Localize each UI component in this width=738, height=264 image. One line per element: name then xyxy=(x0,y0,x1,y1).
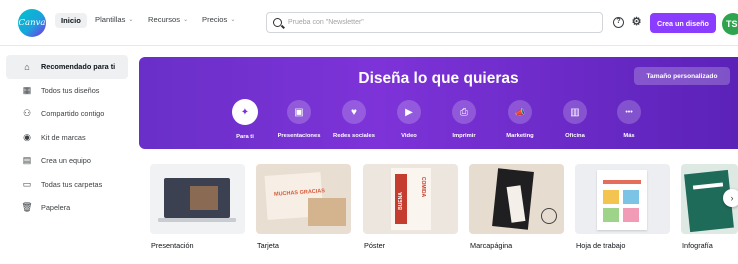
nav-resources-label: Recursos xyxy=(148,15,181,24)
category-more[interactable]: ••• Más xyxy=(599,100,659,139)
template-label: Presentación xyxy=(151,241,194,250)
category-label: Oficina xyxy=(565,133,585,139)
search-icon xyxy=(273,18,282,27)
template-card-poster[interactable]: BUENA COMIDA Póster xyxy=(363,164,458,250)
presentation-icon: ▣ xyxy=(287,100,311,124)
template-thumbnail xyxy=(150,164,245,234)
template-thumbnail xyxy=(469,164,564,234)
sidebar-item-label: Recomendado para ti xyxy=(41,62,116,72)
hero-banner: Diseña lo que quieras Tamaño personaliza… xyxy=(139,57,738,149)
category-print[interactable]: ⎙ Imprimir xyxy=(434,100,494,139)
category-label: Redes sociales xyxy=(333,133,375,139)
envelope xyxy=(308,198,346,226)
brand-kit-icon: ◉ xyxy=(23,131,31,142)
carousel-next-button[interactable]: › xyxy=(723,189,738,207)
category-video[interactable]: ▶ Video xyxy=(379,100,439,139)
category-label: Imprimir xyxy=(452,133,476,139)
template-label: Hoja de trabajo xyxy=(576,241,626,250)
template-card-bookmark[interactable]: Marcapágina xyxy=(469,164,564,250)
sidebar-item-label: Todos tus diseños xyxy=(41,85,100,95)
template-thumbnail: BUENA COMIDA xyxy=(363,164,458,234)
folder-icon: ▭ xyxy=(22,178,32,189)
sidebar-item-label: Crea un equipo xyxy=(41,156,91,166)
template-label: Tarjeta xyxy=(257,241,279,250)
more-icon: ••• xyxy=(617,100,641,124)
category-label: Presentaciones xyxy=(277,133,321,139)
grid-icon: ▦ xyxy=(22,84,32,95)
megaphone-icon: 📣 xyxy=(508,100,532,124)
trash-icon: 🗑 xyxy=(21,202,33,213)
chevron-down-icon: ⌄ xyxy=(183,17,189,23)
sidebar-item-trash[interactable]: 🗑 Papelera xyxy=(6,196,128,220)
laptop-base xyxy=(158,218,236,222)
sidebar-item-all-designs[interactable]: ▦ Todos tus diseños xyxy=(6,79,128,103)
sidebar-item-shared[interactable]: ⚇ Compartido contigo xyxy=(6,102,128,126)
sparkle-icon: ✦ xyxy=(232,99,258,125)
nav-resources[interactable]: Recursos ⌄ xyxy=(148,15,188,24)
heart-icon: ♥ xyxy=(342,100,366,124)
nav-pricing[interactable]: Precios ⌄ xyxy=(202,15,235,24)
worksheet-box-a xyxy=(603,190,619,204)
category-marketing[interactable]: 📣 Marketing xyxy=(490,100,550,139)
settings-icon[interactable]: ⚙ xyxy=(631,17,642,28)
help-icon[interactable]: ? xyxy=(613,17,624,28)
glasses-lens xyxy=(541,208,557,224)
worksheet-box-c xyxy=(603,208,619,222)
search-placeholder: Prueba con "Newsletter" xyxy=(288,19,364,26)
nav-home-label: Inicio xyxy=(61,16,81,25)
sidebar: ⌂ Recomendado para ti ▦ Todos tus diseño… xyxy=(0,55,132,220)
logo-text: Canva xyxy=(18,18,46,28)
poster-thumb-text-b: COMIDA xyxy=(420,176,427,198)
create-design-button[interactable]: Crea un diseño xyxy=(650,13,716,33)
template-card-presentation[interactable]: Presentación xyxy=(150,164,245,250)
home-icon: ⌂ xyxy=(24,61,30,72)
worksheet-heading xyxy=(603,180,641,184)
canva-logo[interactable]: Canva xyxy=(18,9,46,37)
print-icon: ⎙ xyxy=(452,100,476,124)
sidebar-item-brand-kit[interactable]: ◉ Kit de marcas xyxy=(6,126,128,150)
template-card-worksheet[interactable]: Hoja de trabajo xyxy=(575,164,670,250)
category-label: Más xyxy=(623,133,635,139)
category-social-media[interactable]: ♥ Redes sociales xyxy=(324,100,384,139)
sidebar-item-folders[interactable]: ▭ Todas tus carpetas xyxy=(6,173,128,197)
template-card-card[interactable]: MUCHAS GRACIAS Tarjeta xyxy=(256,164,351,250)
category-office[interactable]: ▥ Oficina xyxy=(545,100,605,139)
nav-templates-label: Plantillas xyxy=(95,15,126,24)
category-label: Video xyxy=(401,133,417,139)
worksheet-box-b xyxy=(623,190,639,204)
worksheet-box-d xyxy=(623,208,639,222)
sidebar-item-label: Kit de marcas xyxy=(41,132,86,142)
category-for-you[interactable]: ✦ Para ti xyxy=(215,99,275,140)
template-label: Marcapágina xyxy=(470,241,513,250)
category-presentations[interactable]: ▣ Presentaciones xyxy=(269,100,329,139)
poster-thumb-text-a: BUENA xyxy=(397,192,404,210)
sidebar-item-create-team[interactable]: ▤ Crea un equipo xyxy=(6,149,128,173)
template-label: Póster xyxy=(364,241,386,250)
chevron-down-icon: ⌄ xyxy=(230,17,236,23)
briefcase-icon: ▥ xyxy=(563,100,587,124)
sidebar-item-recommended[interactable]: ⌂ Recomendado para ti xyxy=(6,55,128,79)
custom-size-button[interactable]: Tamaño personalizado xyxy=(634,67,730,85)
search-input[interactable]: Prueba con "Newsletter" xyxy=(266,12,603,33)
video-icon: ▶ xyxy=(397,100,421,124)
category-label: Para ti xyxy=(236,134,254,140)
team-icon: ▤ xyxy=(22,155,32,166)
sidebar-item-label: Papelera xyxy=(41,203,71,213)
nav-pricing-label: Precios xyxy=(202,15,228,24)
template-label: Infografía xyxy=(682,241,713,250)
template-thumbnail: MUCHAS GRACIAS xyxy=(256,164,351,234)
category-label: Marketing xyxy=(506,133,534,139)
nav-home[interactable]: Inicio xyxy=(55,13,87,28)
template-thumbnail xyxy=(575,164,670,234)
avatar[interactable]: TS xyxy=(722,13,738,35)
chevron-down-icon: ⌄ xyxy=(128,17,134,23)
people-icon: ⚇ xyxy=(22,108,32,119)
slide-photo xyxy=(190,186,218,210)
sidebar-item-label: Compartido contigo xyxy=(41,109,105,119)
nav-templates[interactable]: Plantillas ⌄ xyxy=(95,15,133,24)
sidebar-item-label: Todas tus carpetas xyxy=(41,179,103,189)
top-navigation-bar: Canva Inicio Plantillas ⌄ Recursos ⌄ Pre… xyxy=(0,0,738,46)
